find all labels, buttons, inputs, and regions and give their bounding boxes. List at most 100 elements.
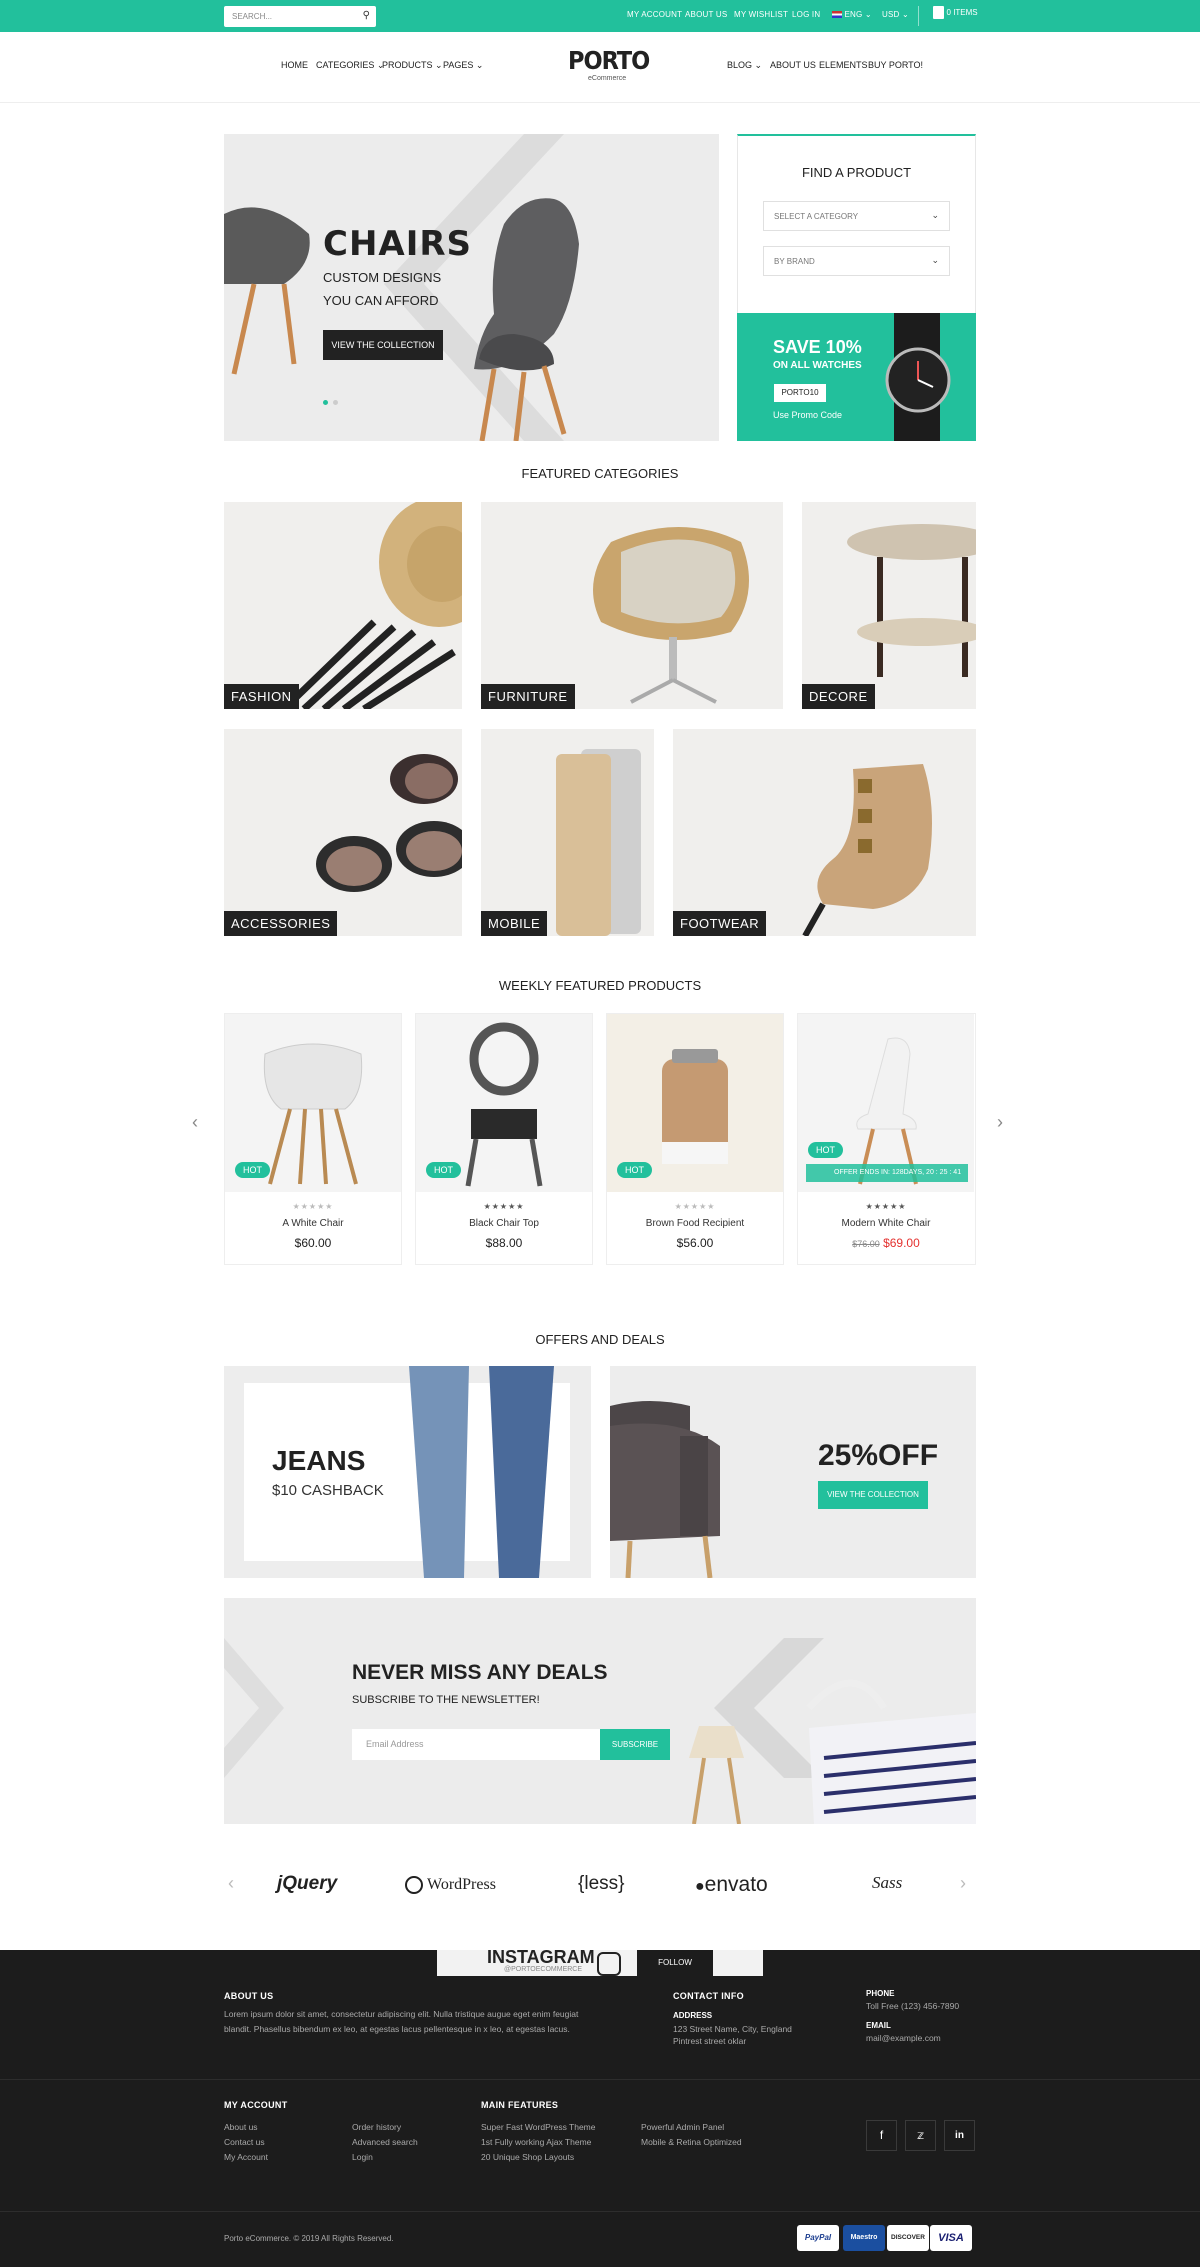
email-value[interactable]: mail@example.com [866,2031,941,2046]
footer-about-text: Lorem ipsum dolor sit amet, consectetur … [224,2009,579,2034]
category-select-label: SELECT A CATEGORY [774,212,859,221]
product-name[interactable]: Modern White Chair [798,1218,974,1229]
instagram-follow-button[interactable]: FOLLOW [637,1950,713,1976]
footer-link-contact-us[interactable]: Contact us [224,2135,265,2150]
newsletter-email-input[interactable]: Email Address [352,1729,600,1760]
product-name[interactable]: Brown Food Recipient [607,1218,783,1229]
linkedin-icon[interactable]: in [944,2120,975,2151]
discover-icon: DISCOVER [887,2225,929,2251]
brand-select[interactable]: BY BRAND ⌄ [763,246,950,276]
footer-link-my-account[interactable]: My Account [224,2150,268,2165]
footer-link-login[interactable]: Login [352,2150,373,2165]
product-image[interactable]: HOT OFFER ENDS IN: 128DAYS, 20 : 25 : 41 [798,1014,974,1192]
category-tile-fashion[interactable]: FASHION [224,502,462,709]
carousel-next-icon[interactable]: › [997,1112,1003,1133]
mobile-illustration [556,749,641,936]
chair-offer-button[interactable]: VIEW THE COLLECTION [818,1481,928,1509]
brand-logo-wordpress[interactable]: WordPress [405,1876,496,1895]
promo-sub: ON ALL WATCHES [773,360,862,371]
nav-blog[interactable]: BLOG ⌄ [727,60,762,71]
product-name[interactable]: Black Chair Top [416,1218,592,1229]
newsletter-subtitle: SUBSCRIBE TO THE NEWSLETTER! [352,1694,540,1706]
feature-item[interactable]: 20 Unique Shop Layouts [481,2150,574,2165]
footer-link-about-us[interactable]: About us [224,2120,258,2135]
category-tile-mobile[interactable]: MOBILE [481,729,654,936]
category-tile-footwear[interactable]: FOOTWEAR [673,729,976,936]
category-tile-furniture[interactable]: FURNITURE [481,502,783,709]
my-account-link[interactable]: MY ACCOUNT [627,10,682,19]
logo-subtitle: eCommerce [588,75,627,82]
rating-stars: ★★★★★ [292,1202,334,1211]
facebook-icon[interactable]: f [866,2120,897,2151]
cart-button[interactable]: 0 ITEMS [933,6,978,19]
view-collection-button[interactable]: VIEW THE COLLECTION [323,330,443,360]
subscribe-button[interactable]: SUBSCRIBE [600,1729,670,1760]
carousel-prev-icon[interactable]: ‹ [192,1112,198,1133]
brand-logo-less[interactable]: {less} [578,1873,624,1895]
category-tile-decore[interactable]: DECORE [802,502,976,709]
login-link[interactable]: LOG IN [792,10,820,19]
address-line-2: Pintrest street oklar [673,2036,747,2046]
rating-stars: ★★★★★ [865,1202,907,1211]
phone-value[interactable]: Toll Free (123) 456-7890 [866,1999,959,2014]
product-card[interactable]: HOT ★★★★★ Black Chair Top $88.00 [415,1013,593,1265]
brands-prev-icon[interactable]: ‹ [228,1873,234,1894]
language-selector[interactable]: ENG ⌄ [832,10,872,19]
feature-item[interactable]: 1st Fully working Ajax Theme [481,2135,591,2150]
category-select[interactable]: SELECT A CATEGORY ⌄ [763,201,950,231]
instagram-icon[interactable] [597,1952,621,1976]
currency-selector[interactable]: USD ⌄ [882,10,909,19]
watch-promo-banner[interactable] [737,313,976,441]
slider-dot-active[interactable] [323,400,328,405]
hero-title: CHAIRS [323,224,473,264]
brand-logo-sass[interactable]: Sass [872,1873,902,1893]
my-wishlist-link[interactable]: MY WISHLIST [734,10,788,19]
search-input[interactable]: SEARCH... ⚲ [224,6,376,27]
product-image[interactable]: HOT [607,1014,783,1192]
twitter-icon[interactable]: 𝕫 [905,2120,936,2151]
logo[interactable]: PORTO [568,46,650,75]
feature-item[interactable]: Mobile & Retina Optimized [641,2135,742,2150]
product-card[interactable]: HOT OFFER ENDS IN: 128DAYS, 20 : 25 : 41… [797,1013,976,1265]
category-tile-accessories[interactable]: ACCESSORIES [224,729,462,936]
nav-pages[interactable]: PAGES ⌄ [443,60,483,71]
search-icon[interactable]: ⚲ [363,10,370,21]
nav-categories[interactable]: CATEGORIES ⌄ [316,60,384,71]
footer-link-advanced-search[interactable]: Advanced search [352,2135,418,2150]
category-label: FURNITURE [481,684,575,709]
product-price: $56.00 [676,1236,714,1250]
footer-link-order-history[interactable]: Order history [352,2120,401,2135]
jeans-illustration [409,1366,554,1578]
product-card[interactable]: HOT ★★★★★ A White Chair $60.00 [224,1013,402,1265]
hero-slider[interactable] [224,134,719,441]
feature-item[interactable]: Super Fast WordPress Theme [481,2120,595,2135]
chair-offer-title: 25%OFF [818,1439,939,1472]
furniture-illustration [593,527,749,704]
product-name[interactable]: A White Chair [225,1218,401,1229]
brand-logo-jquery[interactable]: jQuery [277,1873,337,1895]
product-image[interactable]: HOT [225,1014,401,1192]
hero-chair-illustration [224,134,579,441]
category-label: MOBILE [481,911,548,936]
hot-badge: HOT [235,1162,270,1178]
nav-buy-porto[interactable]: BUY PORTO! [868,60,923,70]
flag-icon [832,11,842,19]
rating-stars: ★★★★★ [483,1202,525,1211]
instagram-handle: @PORTOECOMMERCE [504,1966,583,1973]
accessories-illustration [316,754,462,892]
about-us-link[interactable]: ABOUT US [685,10,727,19]
wordpress-icon [405,1876,423,1895]
chevron-down-icon: ⌄ [864,10,872,19]
nav-label: CATEGORIES [316,60,375,70]
nav-elements[interactable]: ELEMENTS [819,60,868,70]
nav-about-us[interactable]: ABOUT US [770,60,816,70]
nav-products[interactable]: PRODUCTS ⌄ [382,60,443,71]
feature-item[interactable]: Powerful Admin Panel [641,2120,724,2135]
product-card[interactable]: HOT ★★★★★ Brown Food Recipient $56.00 [606,1013,784,1265]
slider-dot[interactable] [333,400,338,405]
product-image[interactable]: HOT [416,1014,592,1192]
nav-label: BLOG [727,60,753,70]
brand-logo-envato[interactable]: ●envato [695,1873,768,1897]
nav-home[interactable]: HOME [281,60,308,70]
brands-next-icon[interactable]: › [960,1873,966,1894]
